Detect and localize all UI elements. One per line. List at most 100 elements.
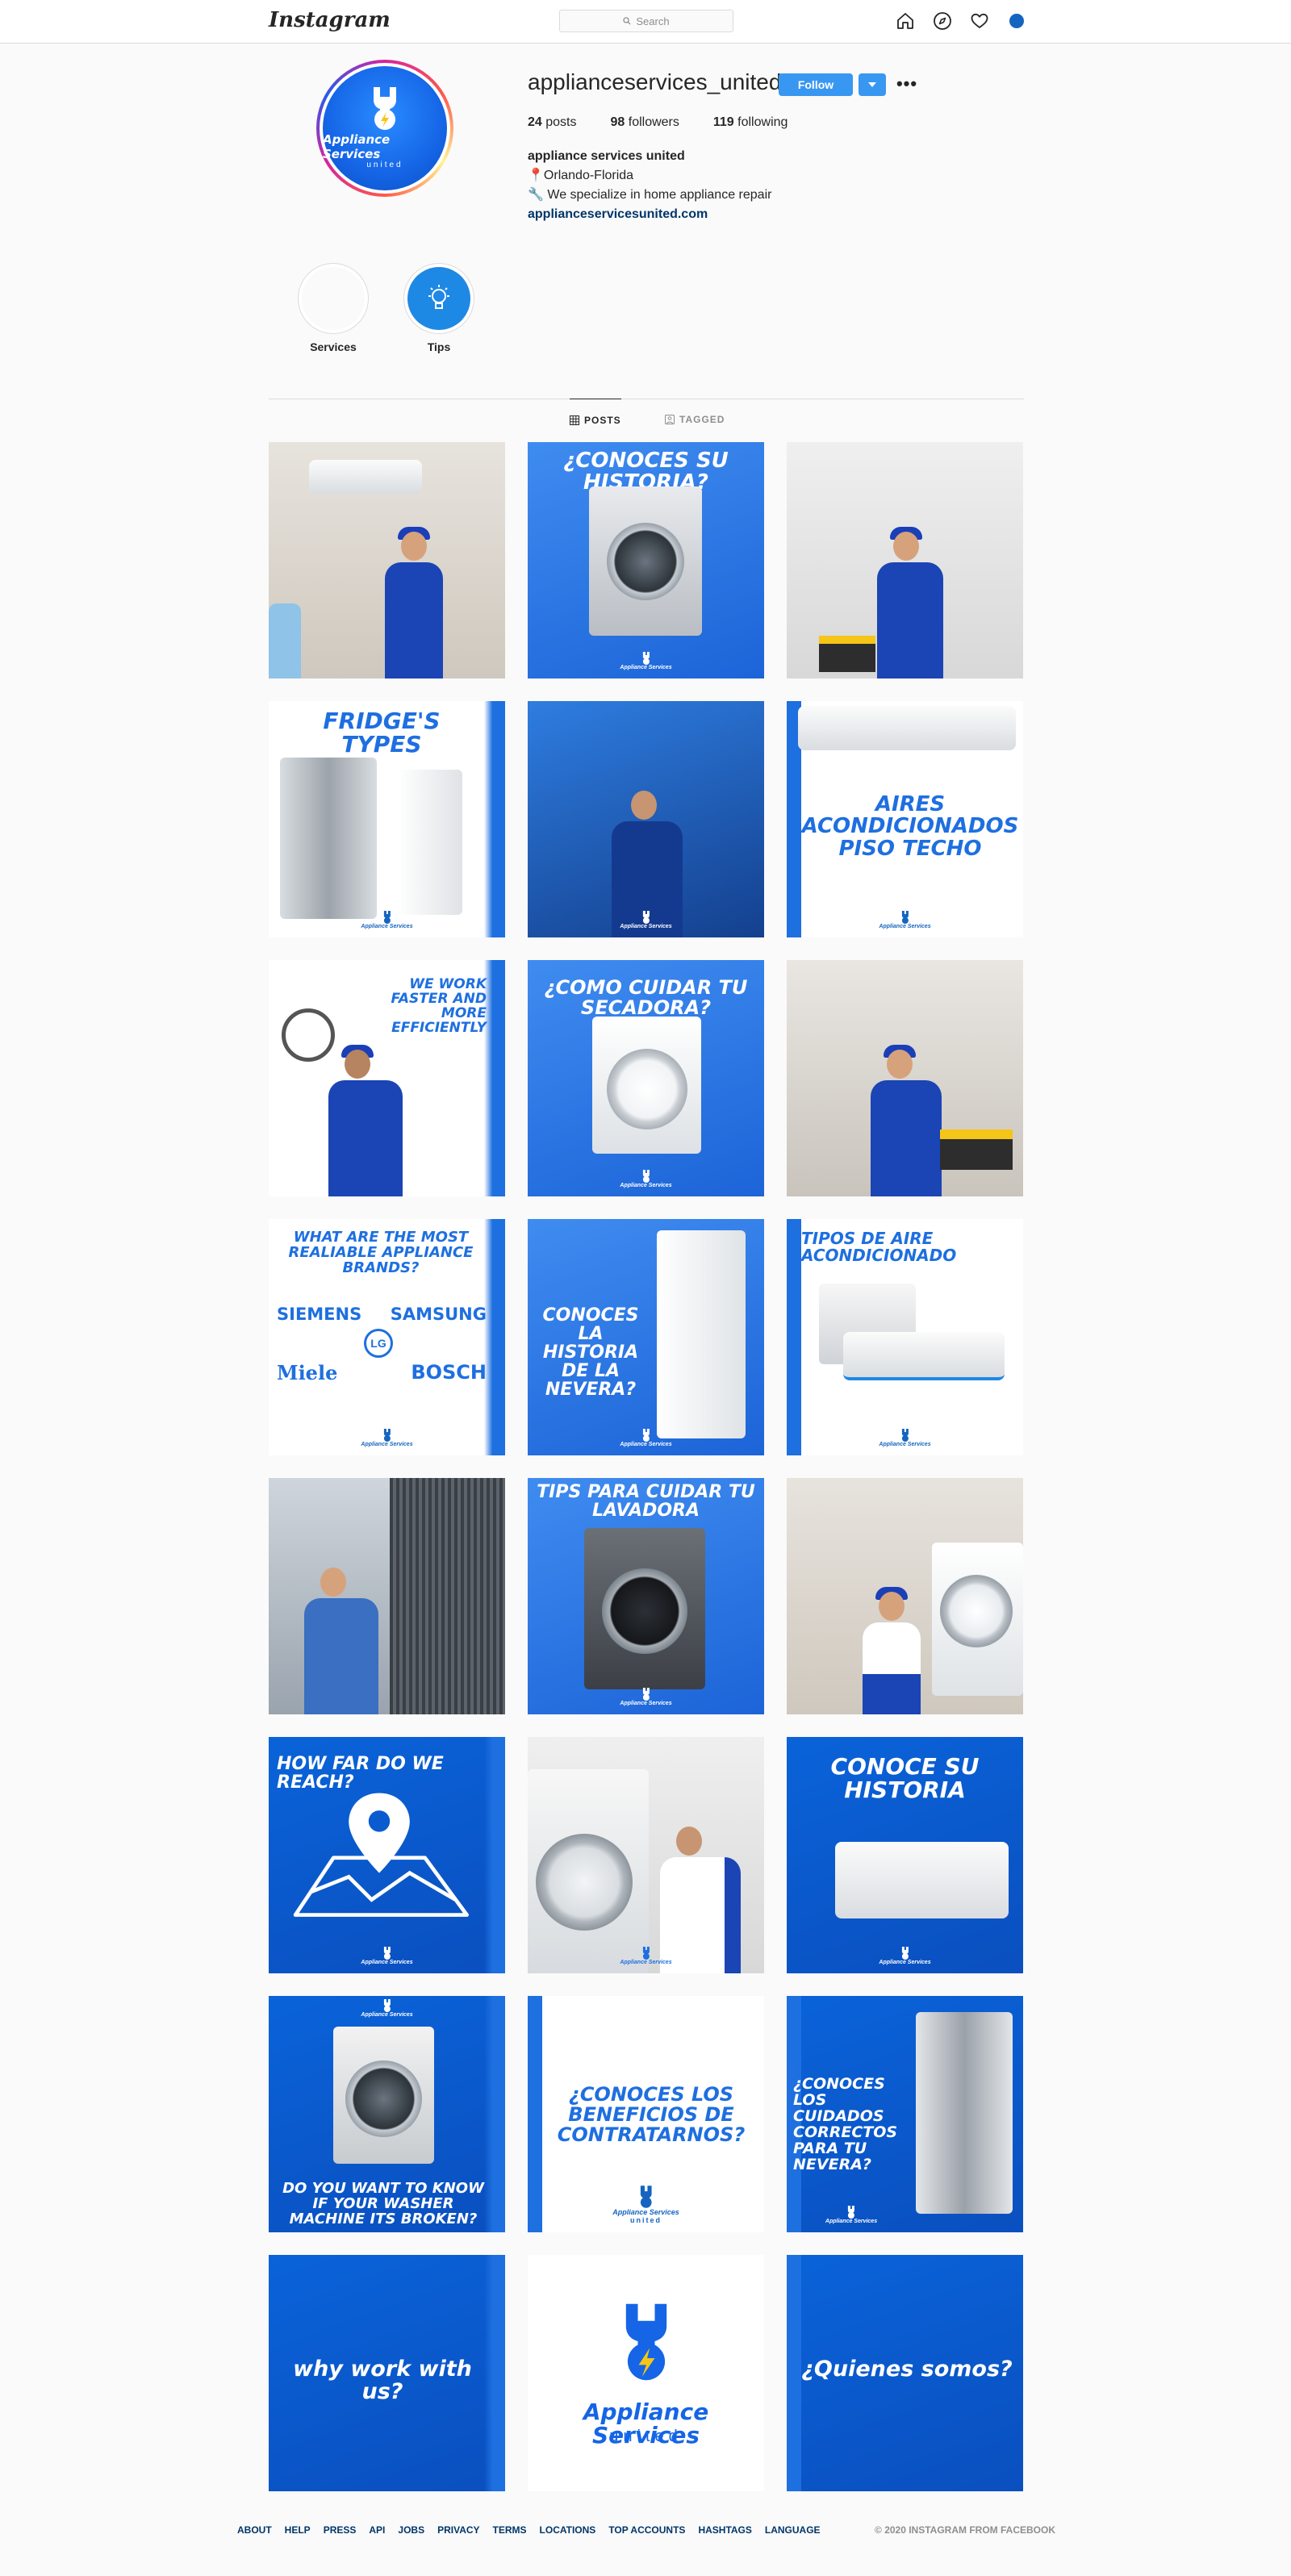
post-ac-types[interactable]: TIPOS DE AIRE ACONDICIONADO Appliance Se… — [787, 1219, 1023, 1455]
footer-link-api[interactable]: API — [369, 2524, 385, 2536]
profile-tagline: 🔧 We specialize in home appliance repair — [528, 188, 772, 202]
post-caption: ¿COMO CUIDAR TU SECADORA? — [544, 976, 748, 1020]
ceiling-ac-unit — [798, 706, 1016, 750]
pin-icon: 📍 — [528, 169, 544, 182]
brand-logos-row-1: SIEMENS SAMSUNG — [277, 1305, 487, 1324]
wrench-plug-icon — [374, 87, 396, 130]
more-options-button[interactable]: ••• — [896, 73, 918, 95]
post-washer-history[interactable]: ¿CONOCES SU HISTORIA? Appliance Services — [528, 442, 764, 678]
highlight-label: Services — [310, 340, 357, 353]
post-reliable-brands[interactable]: WHAT ARE THE MOST REALIABLE APPLIANCE BR… — [269, 1219, 505, 1455]
washing-machine — [589, 486, 702, 636]
lightbulb-icon — [407, 267, 470, 330]
footer-link-jobs[interactable]: JOBS — [398, 2524, 424, 2536]
post-brand-logo[interactable]: Appliance Services united — [528, 2255, 764, 2491]
post-caption: ¿CONOCES LOS CUIDADOS CORRECTOS PARA TU … — [793, 2075, 898, 2173]
brand-mini-logo: Appliance Services — [879, 911, 931, 929]
brand-mini-logo: Appliance Services — [361, 911, 413, 929]
brand-mini-logo: Appliance Services — [361, 1947, 413, 1965]
brand-mini-logo: Appliance Services — [620, 1688, 672, 1706]
suggested-dropdown-button[interactable] — [859, 73, 886, 96]
posts-grid: ¿CONOCES SU HISTORIA? Appliance Services… — [269, 442, 1024, 2491]
post-fridge-care[interactable]: ¿CONOCES LOS CUIDADOS CORRECTOS PARA TU … — [787, 1996, 1023, 2232]
post-ac-ceiling[interactable]: AIRES ACONDICIONADOS PISO TECHO Applianc… — [787, 701, 1023, 937]
brand-mini-logo: Appliance Services — [361, 1999, 413, 2018]
highlight-tips[interactable]: Tips — [403, 263, 475, 353]
grid-icon — [570, 415, 579, 425]
wrench-plug-icon — [625, 2303, 667, 2381]
post-technician-clipboard[interactable] — [787, 442, 1023, 678]
footer-link-language[interactable]: LANGUAGE — [765, 2524, 821, 2536]
post-technician-fridge-repair[interactable] — [269, 1478, 505, 1714]
post-technician-ac[interactable] — [269, 442, 505, 678]
post-service-area[interactable]: HOW FAR DO WE REACH? Appliance Services — [269, 1737, 505, 1973]
search-input[interactable]: Search — [559, 10, 733, 32]
post-work-faster[interactable]: WE WORK FASTER AND MORE EFFICIENTLY — [269, 960, 505, 1196]
post-fridge-history[interactable]: CONOCES LA HISTORIA DE LA NEVERA? Applia… — [528, 1219, 764, 1455]
washing-machine-dark — [584, 1528, 705, 1689]
following-stat[interactable]: 119 following — [713, 115, 788, 130]
followers-stat[interactable]: 98 followers — [611, 115, 679, 130]
footer-link-press[interactable]: PRESS — [324, 2524, 357, 2536]
post-caption: TIPS PARA CUIDAR TU LAVADORA — [537, 1482, 755, 1522]
post-about-us[interactable]: ¿Quienes somos? — [787, 2255, 1023, 2491]
chevron-down-icon — [868, 82, 876, 87]
tab-posts[interactable]: POSTS — [570, 399, 621, 440]
profile-stats: 24 posts 98 followers 119 following — [528, 115, 788, 130]
post-caption: FRIDGE'S TYPES — [323, 708, 441, 758]
explore-icon[interactable] — [932, 10, 953, 31]
post-technician-washer-drum[interactable]: Appliance Services — [528, 1737, 764, 1973]
post-why-work-with-us[interactable]: why work with us? — [269, 2255, 505, 2491]
post-technician-washer[interactable] — [787, 1478, 1023, 1714]
follow-button[interactable]: Follow — [779, 73, 853, 96]
post-caption: WHAT ARE THE MOST REALIABLE APPLIANCE BR… — [288, 1229, 474, 1276]
brand-mini-logo: Appliance Services united — [612, 2186, 679, 2224]
post-technician-smiling[interactable]: Appliance Services — [528, 701, 764, 937]
instagram-logo[interactable]: Instagram — [269, 8, 391, 32]
avatar-sub-text: united — [366, 161, 403, 169]
profile-website-link[interactable]: applianceservicesunited.com — [528, 205, 771, 224]
footer-link-privacy[interactable]: PRIVACY — [437, 2524, 479, 2536]
toolbox — [940, 1129, 1013, 1170]
brand-mini-logo: Appliance Services — [825, 2206, 877, 2224]
profile-avatar[interactable] — [1006, 10, 1027, 31]
post-caption: WE WORK FASTER AND MORE EFFICIENTLY — [391, 976, 487, 1036]
post-fridge-types[interactable]: FRIDGE'S TYPES Appliance Services — [269, 701, 505, 937]
brand-mini-logo: Appliance Services — [879, 1947, 931, 1965]
heart-icon[interactable] — [969, 10, 990, 31]
fridge-coils — [390, 1478, 505, 1714]
profile-avatar-ring[interactable]: Appliance Services united — [316, 60, 453, 197]
toolbox — [819, 636, 875, 672]
post-washer-care-tips[interactable]: TIPS PARA CUIDAR TU LAVADORA Appliance S… — [528, 1478, 764, 1714]
washing-machine — [333, 2027, 434, 2164]
post-washer-broken[interactable]: Appliance Services DO YOU WANT TO KNOW I… — [269, 1996, 505, 2232]
footer-link-about[interactable]: ABOUT — [237, 2524, 272, 2536]
french-door-fridge — [916, 2012, 1013, 2214]
profile-full-name: appliance services united — [528, 149, 685, 163]
dryer-machine — [592, 1017, 701, 1154]
footer-link-hashtags[interactable]: HASHTAGS — [698, 2524, 751, 2536]
post-caption: TIPOS DE AIRE ACONDICIONADO — [801, 1229, 957, 1265]
post-dryer-care[interactable]: ¿COMO CUIDAR TU SECADORA? Appliance Serv… — [528, 960, 764, 1196]
tab-tagged[interactable]: TAGGED — [665, 399, 725, 440]
footer-link-help[interactable]: HELP — [285, 2524, 311, 2536]
highlight-label: Tips — [427, 340, 451, 353]
profile-avatar-image: Appliance Services united — [323, 66, 447, 190]
map-pin-icon — [293, 1793, 469, 1917]
post-caption: CONOCES LA HISTORIA DE LA NEVERA? — [542, 1305, 639, 1401]
highlight-cover-empty — [302, 267, 365, 330]
home-icon[interactable] — [895, 10, 916, 31]
post-technician-thumbs-up[interactable] — [787, 960, 1023, 1196]
tag-icon — [665, 415, 675, 424]
footer-link-locations[interactable]: LOCATIONS — [540, 2524, 596, 2536]
post-hire-benefits[interactable]: ¿CONOCES LOS BENEFICIOS DE CONTRATARNOS?… — [528, 1996, 764, 2232]
search-icon — [623, 17, 631, 25]
footer-link-terms[interactable]: TERMS — [493, 2524, 527, 2536]
split-ac-unit — [843, 1332, 1005, 1380]
footer-link-top-accounts[interactable]: TOP ACCOUNTS — [608, 2524, 685, 2536]
highlight-services[interactable]: Services — [297, 263, 370, 353]
post-caption: CONOCE SU HISTORIA — [830, 1753, 980, 1804]
washing-machine — [932, 1543, 1023, 1696]
profile-bio: appliance services united 📍Orlando-Flori… — [528, 147, 771, 224]
post-ac-history[interactable]: CONOCE SU HISTORIA Appliance Services — [787, 1737, 1023, 1973]
